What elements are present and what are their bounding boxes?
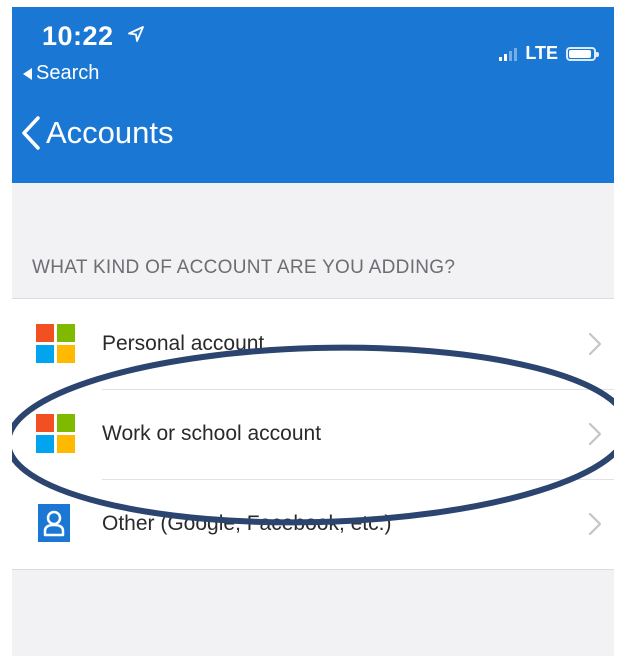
person-icon [38, 504, 70, 542]
page-title: Accounts [46, 115, 174, 150]
back-to-app-link[interactable]: Search [23, 62, 99, 85]
status-indicators: LTE [499, 43, 599, 64]
chevron-right-icon [588, 422, 602, 446]
personal-account-option[interactable]: Personal account [12, 299, 614, 389]
back-button[interactable]: Accounts [20, 115, 174, 151]
microsoft-logo-icon [36, 414, 76, 454]
option-label: Other (Google, Facebook, etc.) [102, 512, 392, 535]
work-or-school-account-option[interactable]: Work or school account [12, 389, 614, 479]
status-time: 10:22 [42, 21, 114, 51]
chevron-right-icon [588, 512, 602, 536]
battery-icon [566, 46, 599, 61]
option-label: Work or school account [102, 422, 322, 445]
microsoft-logo-icon [36, 324, 76, 364]
phone-screen: 10:22 Search LTE Accounts WHAT KIND OF A… [12, 7, 614, 656]
signal-icon [499, 47, 518, 61]
chevron-left-icon [22, 116, 40, 150]
app-header: 10:22 Search LTE Accounts [12, 7, 614, 183]
other-account-option[interactable]: Other (Google, Facebook, etc.) [12, 479, 614, 569]
back-triangle-icon [23, 67, 32, 80]
option-label: Personal account [102, 332, 265, 355]
chevron-right-icon [588, 332, 602, 356]
network-type: LTE [525, 43, 558, 63]
back-to-app-label: Search [36, 62, 100, 84]
account-type-list: Personal account Work or school account [12, 298, 614, 570]
section-header: WHAT KIND OF ACCOUNT ARE YOU ADDING? [32, 257, 456, 278]
location-arrow-icon [128, 26, 144, 42]
